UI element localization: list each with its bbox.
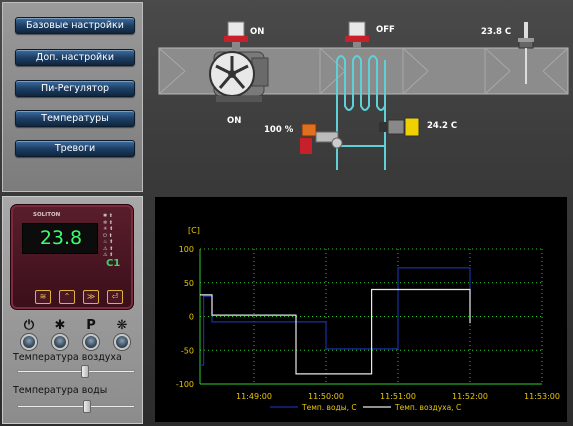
air-temp-slider-track[interactable] [17, 365, 135, 378]
heater-valve-status: OFF [376, 25, 395, 35]
air-temp-slider-thumb[interactable] [80, 365, 89, 378]
y-tick-label: -50 [181, 346, 194, 355]
extra-settings-button[interactable]: Доп. настройки [15, 49, 135, 66]
x-tick-label: 11:50:00 [308, 392, 344, 401]
y-tick-label: 50 [184, 279, 194, 288]
device-mode-key[interactable]: ≋ [35, 290, 51, 304]
fan-mode-icon: ❋ [116, 318, 128, 333]
fan-status: ON [227, 116, 242, 126]
p-icon: P [86, 318, 96, 333]
heating-coil-icon [336, 55, 386, 170]
device-up-key[interactable]: ⌃ [59, 290, 75, 304]
device-indicators: ✱ ⬆ ❄ ⬆ ☀ ⬆ ⏻ ⬆ ♨ ⬆ ⚠ ⬆ ⚠ ⬆ [103, 213, 114, 258]
temperature-chart: [C] 100 50 0 -50 -100 11:49:00 11:50:00 11:51:00… [155, 197, 567, 422]
settings-menu: Базовые настройки Доп. настройки Пи-Регу… [2, 2, 143, 192]
x-tick-label: 11:49:00 [236, 392, 272, 401]
fan-icon [209, 51, 269, 102]
device-model: C1 [106, 258, 121, 269]
power-icon: ⏻ [23, 318, 35, 333]
fan-mode-knob[interactable] [114, 334, 130, 350]
asterisk-knob[interactable] [52, 334, 68, 350]
heater-actuator-icon [345, 21, 369, 48]
device-display: 23.8 [22, 223, 98, 254]
legend-label: Темп. воды, С [301, 403, 357, 412]
y-tick-label: -100 [176, 380, 194, 389]
damper-actuator-icon [300, 123, 343, 154]
temperatures-button[interactable]: Температуры [15, 110, 135, 127]
air-temp-readout: 23.8 C [481, 27, 512, 37]
temperature-chart-svg: [C] 100 50 0 -50 -100 11:49:00 11:50:00 11:51:00… [176, 226, 560, 412]
water-temp-slider-track[interactable] [17, 400, 135, 413]
device-next-key[interactable]: ≫ [83, 290, 99, 304]
x-tick-label: 11:53:00 [524, 392, 560, 401]
fan-actuator-icon [224, 21, 248, 50]
x-tick-label: 11:51:00 [380, 392, 416, 401]
device-display-value: 23.8 [39, 227, 83, 249]
alarms-button[interactable]: Тревоги [15, 140, 135, 157]
water-temp-slider-label: Температура воды [13, 385, 108, 396]
water-temp-slider-thumb[interactable] [82, 400, 91, 413]
asterisk-icon: ✱ [54, 318, 66, 333]
series-line-1 [200, 288, 471, 375]
air-temp-slider-label: Температура воздуха [13, 352, 122, 363]
x-tick-label: 11:52:00 [452, 392, 488, 401]
device-enter-key[interactable]: ⏎ [107, 290, 123, 304]
fan-valve-status: ON [250, 27, 265, 37]
legend-label: Темп. воздуха, С [394, 403, 461, 412]
pi-regulator-button[interactable]: Пи-Регулятор [15, 80, 135, 97]
p-knob[interactable] [83, 334, 99, 350]
damper-percent: 100 % [264, 125, 294, 135]
water-temp-readout: 24.2 C [427, 121, 458, 131]
device-brand: SOLITON [33, 212, 61, 218]
basic-settings-button[interactable]: Базовые настройки [15, 17, 135, 34]
thermostat-device: SOLITON 23.8 ✱ ⬆ ❄ ⬆ ☀ ⬆ ⏻ ⬆ ♨ ⬆ ⚠ ⬆ ⚠ ⬆ C1 ≋ … [10, 204, 134, 310]
y-tick-label: 0 [189, 313, 194, 322]
y-tick-label: 100 [179, 245, 194, 254]
controller-panel: SOLITON 23.8 ✱ ⬆ ❄ ⬆ ☀ ⬆ ⏻ ⬆ ♨ ⬆ ⚠ ⬆ ⚠ ⬆ C1 ≋ … [2, 196, 143, 424]
y-axis-label: [C] [188, 226, 200, 235]
power-knob[interactable] [21, 334, 37, 350]
